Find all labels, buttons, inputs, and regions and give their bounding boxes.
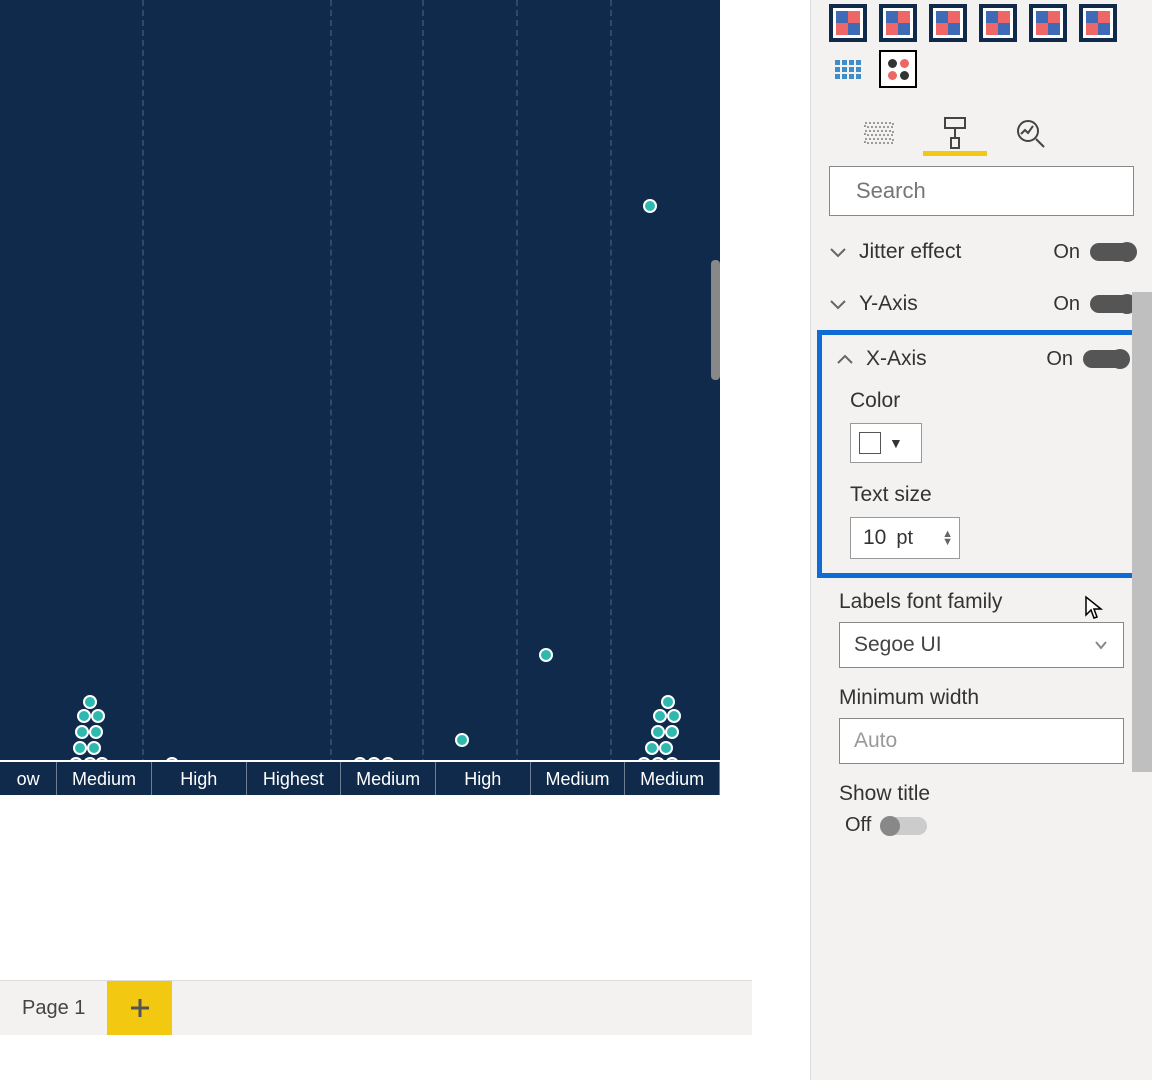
color-swatch <box>859 432 881 454</box>
custom-visual-tile[interactable] <box>1029 4 1067 42</box>
x-axis-toggle[interactable] <box>1083 350 1129 368</box>
x-axis-tick-label: Highest <box>247 762 342 795</box>
report-canvas[interactable]: owMediumHighHighestMediumHighMediumMediu… <box>0 0 810 1080</box>
matrix-visual-tile[interactable] <box>829 50 867 88</box>
analytics-tab[interactable] <box>1011 110 1051 156</box>
data-point[interactable] <box>665 725 679 739</box>
analytics-icon <box>1015 118 1047 148</box>
text-size-unit: pt <box>896 527 942 550</box>
x-axis-color-picker[interactable]: ▼ <box>850 423 922 463</box>
toggle-state: On <box>1053 241 1080 264</box>
fields-tab[interactable] <box>859 110 899 156</box>
y-axis-section[interactable]: Y-Axis On <box>811 278 1152 330</box>
x-axis-tick-label: Medium <box>341 762 436 795</box>
data-point[interactable] <box>75 725 89 739</box>
toggle-state: On <box>1046 348 1073 371</box>
data-point[interactable] <box>643 199 657 213</box>
data-point[interactable] <box>667 709 681 723</box>
custom-visual-tile[interactable] <box>929 4 967 42</box>
caret-down-icon: ▼ <box>889 435 903 451</box>
section-label: Y-Axis <box>859 292 1043 316</box>
data-point[interactable] <box>653 709 667 723</box>
scatter-chart[interactable]: owMediumHighHighestMediumHighMediumMediu… <box>0 0 720 795</box>
y-axis-toggle[interactable] <box>1090 295 1136 313</box>
section-label: Jitter effect <box>859 240 1043 264</box>
custom-visual-tile[interactable] <box>1079 4 1117 42</box>
data-point[interactable] <box>77 709 91 723</box>
chevron-down-icon <box>827 293 849 315</box>
custom-visual-tile[interactable] <box>979 4 1017 42</box>
section-label: X-Axis <box>866 347 1036 371</box>
minimum-width-input[interactable]: Auto <box>839 718 1124 764</box>
data-point[interactable] <box>651 725 665 739</box>
x-axis-tick-label: Medium <box>625 762 720 795</box>
color-label: Color <box>822 379 1141 419</box>
gridline <box>516 0 518 795</box>
format-options-list: Jitter effect On Y-Axis On X-Axis <box>811 226 1152 1080</box>
spinner-icon[interactable]: ▲▼ <box>942 530 953 546</box>
x-axis-section[interactable]: X-Axis On <box>822 335 1141 379</box>
data-point[interactable] <box>661 695 675 709</box>
jitter-effect-section[interactable]: Jitter effect On <box>811 226 1152 278</box>
x-axis-labels: owMediumHighHighestMediumHighMediumMediu… <box>0 760 720 795</box>
select-value: Segoe UI <box>854 633 942 657</box>
gridline <box>610 0 612 795</box>
visualizations-pane: Jitter effect On Y-Axis On X-Axis <box>810 0 1152 1080</box>
chevron-down-icon <box>1093 637 1109 653</box>
format-tab[interactable] <box>935 110 975 156</box>
format-search-box[interactable] <box>829 166 1134 216</box>
gridline <box>422 0 424 795</box>
data-point[interactable] <box>87 741 101 755</box>
x-axis-section-highlighted: X-Axis On Color ▼ Text size 10 pt ▲▼ <box>817 330 1146 578</box>
data-point[interactable] <box>89 725 103 739</box>
canvas-gutter <box>752 0 810 1080</box>
input-value: Auto <box>854 729 897 753</box>
fields-icon <box>863 119 895 147</box>
toggle-state: On <box>1053 293 1080 316</box>
show-title-label: Show title <box>839 782 1124 806</box>
gridline <box>330 0 332 795</box>
jitter-toggle[interactable] <box>1090 243 1136 261</box>
labels-font-select[interactable]: Segoe UI <box>839 622 1124 668</box>
x-axis-tick-label: High <box>152 762 247 795</box>
x-axis-tick-label: Medium <box>57 762 152 795</box>
custom-visual-tile[interactable] <box>879 4 917 42</box>
paint-roller-icon <box>941 116 969 150</box>
visual-gallery <box>811 0 1152 104</box>
plus-icon <box>129 997 151 1019</box>
chart-scrollbar[interactable] <box>711 260 720 380</box>
chevron-down-icon <box>827 241 849 263</box>
x-axis-tick-label: Medium <box>531 762 626 795</box>
page-tab-bar: Page 1 <box>0 980 752 1035</box>
x-axis-tick-label: ow <box>0 762 57 795</box>
x-axis-tick-label: High <box>436 762 531 795</box>
chevron-up-icon <box>834 348 856 370</box>
data-point[interactable] <box>645 741 659 755</box>
dot-plot-visual-tile[interactable] <box>879 50 917 88</box>
text-size-value: 10 <box>863 526 886 550</box>
page-tab-1[interactable]: Page 1 <box>0 981 107 1035</box>
format-pane-scrollbar[interactable] <box>1132 292 1152 772</box>
text-size-label: Text size <box>822 473 1141 513</box>
data-point[interactable] <box>659 741 673 755</box>
show-title-toggle[interactable] <box>881 817 927 835</box>
x-axis-text-size-input[interactable]: 10 pt ▲▼ <box>850 517 960 559</box>
pane-tab-row <box>811 104 1152 156</box>
toggle-state: Off <box>845 814 871 837</box>
custom-visual-tile[interactable] <box>829 4 867 42</box>
data-point[interactable] <box>73 741 87 755</box>
data-point[interactable] <box>539 648 553 662</box>
minimum-width-label: Minimum width <box>839 686 1124 710</box>
add-page-button[interactable] <box>107 981 172 1035</box>
data-point[interactable] <box>91 709 105 723</box>
gridline <box>142 0 144 795</box>
search-input[interactable] <box>856 178 1144 204</box>
data-point[interactable] <box>83 695 97 709</box>
labels-font-label: Labels font family <box>839 590 1124 614</box>
data-point[interactable] <box>455 733 469 747</box>
